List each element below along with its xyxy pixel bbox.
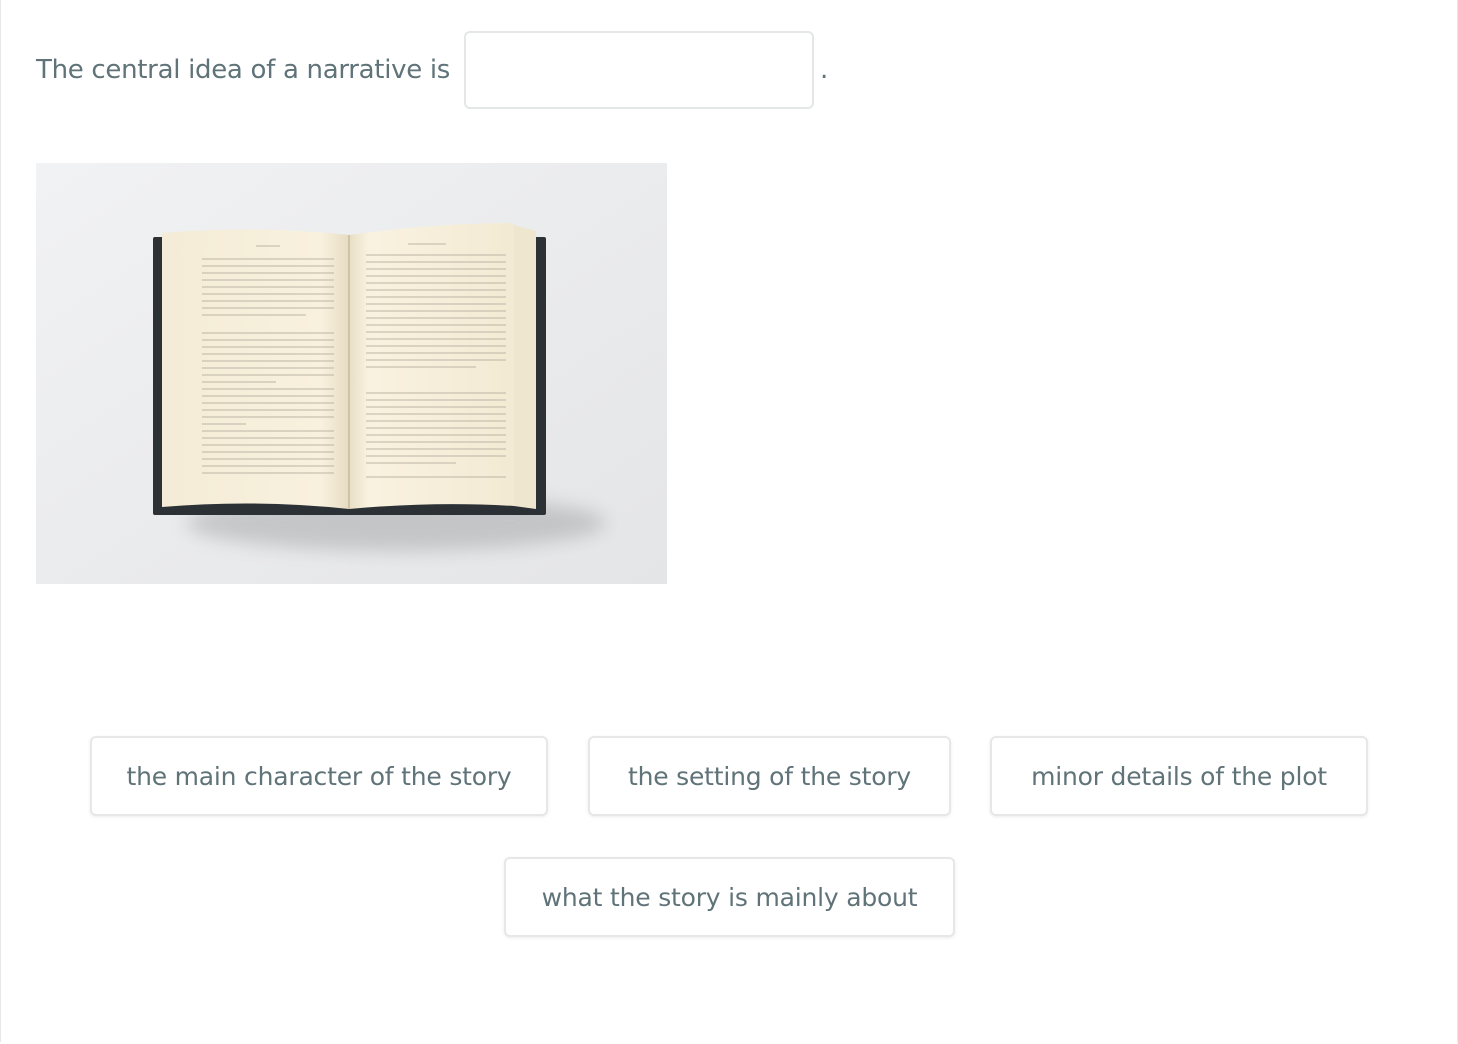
- open-book-illustration: [36, 163, 667, 584]
- open-book-photo: [36, 163, 667, 584]
- choice-setting[interactable]: the setting of the story: [588, 736, 951, 816]
- question-row: The central idea of a narrative is .: [36, 28, 828, 112]
- question-period: .: [820, 55, 829, 85]
- answer-drop-zone[interactable]: [464, 31, 815, 109]
- choice-main-idea[interactable]: what the story is mainly about: [504, 857, 955, 937]
- question-prompt: The central idea of a narrative is: [36, 55, 451, 85]
- choice-minor-details[interactable]: minor details of the plot: [990, 736, 1368, 816]
- choice-main-character[interactable]: the main character of the story: [90, 736, 548, 816]
